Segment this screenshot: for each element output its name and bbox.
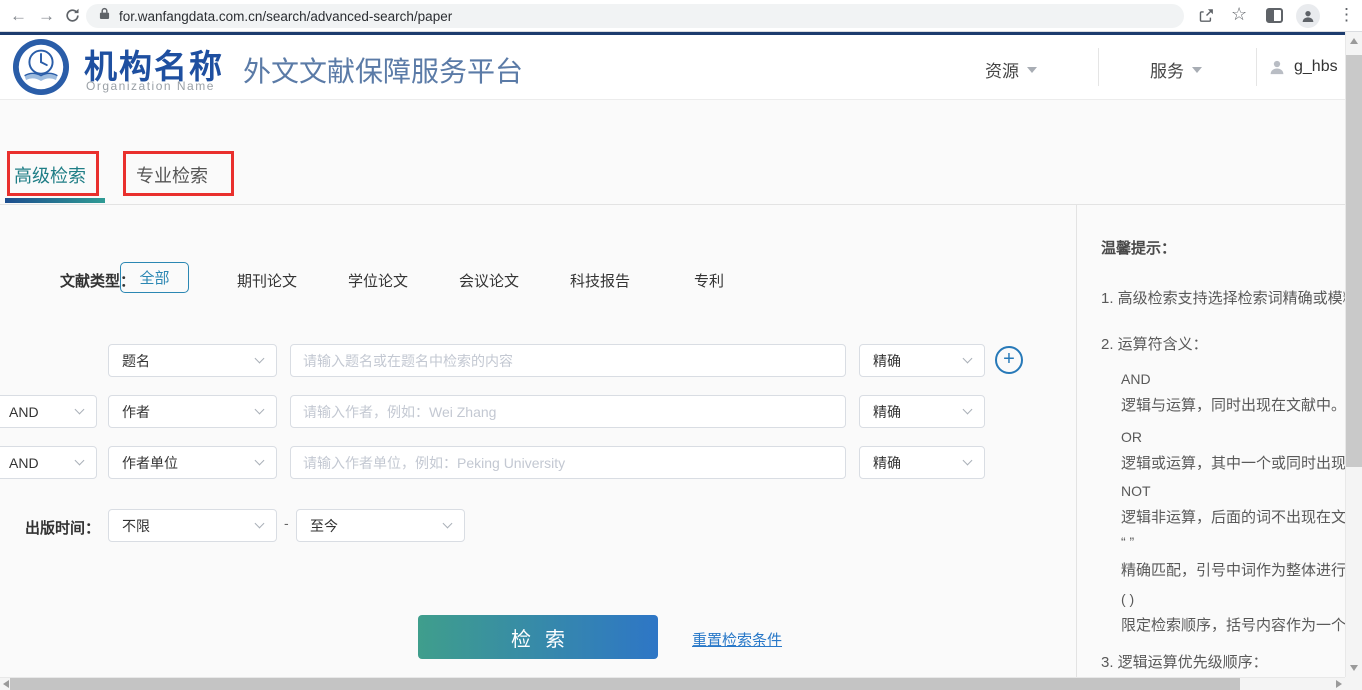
header-divider [1256,48,1257,86]
tips-op-not-desc: 逻辑非运算，后面的词不出现在文献中。 [1121,506,1345,527]
chevron-down-icon [75,405,85,415]
chevron-down-icon [255,354,265,364]
field-select-row2[interactable]: 作者 [108,395,277,428]
date-range-dash: - [284,515,289,531]
url-bar[interactable]: for.wanfangdata.com.cn/search/advanced-s… [86,4,1184,28]
field-select-row3-value: 作者单位 [122,453,178,473]
page: ← → for.wanfangdata.com.cn/search/advanc… [0,0,1362,690]
chevron-down-icon [443,519,453,529]
active-tab-underline [5,198,105,203]
match-select-row1[interactable]: 精确 [859,344,985,377]
tips-item-2: 2. 运算符含义： [1101,333,1208,354]
tips-op-paren-desc: 限定检索顺序，括号内容作为一个子查询。 [1121,614,1345,635]
vertical-scrollbar[interactable] [1345,32,1362,677]
field-select-row1[interactable]: 题名 [108,344,277,377]
doc-type-option-report[interactable]: 科技报告 [570,270,630,291]
lock-icon [99,7,110,25]
doc-type-option-journal[interactable]: 期刊论文 [237,270,297,291]
vertical-scrollbar-thumb[interactable] [1346,55,1362,467]
tips-item-3: 3. 逻辑运算优先级顺序： [1101,651,1268,672]
operator-select-row3[interactable]: AND [0,446,97,479]
scroll-up-icon[interactable] [1350,38,1358,44]
match-select-row3-value: 精确 [873,453,901,473]
match-select-row2-value: 精确 [873,402,901,422]
tab-advanced-search[interactable]: 高级检索 [14,162,86,188]
nav-resource-label: 资源 [985,57,1019,82]
chevron-down-icon [963,405,973,415]
publish-time-label: 出版时间： [25,517,100,538]
scrollbar-corner [1345,677,1362,690]
side-panel-icon[interactable] [1266,8,1283,23]
platform-title: 外文文献保障服务平台 [243,50,523,90]
url-text: for.wanfangdata.com.cn/search/advanced-s… [119,9,452,24]
tips-op-paren: ( ) [1121,591,1134,607]
org-logo-icon[interactable] [12,38,70,101]
search-button[interactable]: 检索 [418,615,658,659]
browser-menu-icon[interactable]: ⋮ [1338,5,1355,25]
doc-type-option-patent[interactable]: 专利 [694,270,724,291]
header-divider [1098,48,1099,86]
horizontal-scrollbar[interactable] [0,677,1345,690]
user-icon [1268,58,1286,81]
org-name-en: Organization Name [86,79,215,93]
tips-title: 温馨提示： [1101,237,1176,258]
tips-op-and: AND [1121,371,1151,387]
username[interactable]: g_hbs [1294,58,1342,76]
operator-select-row3-value: AND [9,455,39,471]
field-select-row3[interactable]: 作者单位 [108,446,277,479]
chevron-down-icon [255,456,265,466]
operator-select-row2[interactable]: AND [0,395,97,428]
scroll-left-icon[interactable] [3,680,9,688]
nav-service-label: 服务 [1150,57,1184,82]
forward-icon[interactable]: → [38,6,55,26]
back-icon[interactable]: ← [10,6,27,26]
doc-type-option-all[interactable]: 全部 [120,262,189,293]
chevron-down-icon [75,456,85,466]
reload-icon[interactable] [64,7,81,29]
chevron-down-icon [255,405,265,415]
share-icon[interactable] [1198,7,1215,29]
search-input-row1[interactable] [290,344,846,377]
doc-type-option-degree[interactable]: 学位论文 [348,270,408,291]
tips-op-and-desc: 逻辑与运算，同时出现在文献中。 [1121,394,1345,415]
publish-to-value: 至今 [310,516,338,536]
match-select-row1-value: 精确 [873,351,901,371]
publish-from-value: 不限 [122,516,150,536]
tips-op-or-desc: 逻辑或运算，其中一个或同时出现在文献中。 [1121,452,1345,473]
tips-op-or: OR [1121,429,1142,445]
publish-from-select[interactable]: 不限 [108,509,277,542]
chevron-down-icon [963,354,973,364]
doc-type-option-conference[interactable]: 会议论文 [459,270,519,291]
field-select-row1-value: 题名 [122,351,150,371]
operator-select-row2-value: AND [9,404,39,420]
nav-resource[interactable]: 资源 [985,57,1037,82]
chevron-down-icon [1027,67,1037,73]
browser-profile-avatar[interactable] [1296,4,1320,28]
tab-professional-search[interactable]: 专业检索 [136,162,208,188]
chevron-down-icon [1192,67,1202,73]
chevron-down-icon [963,456,973,466]
field-select-row2-value: 作者 [122,402,150,422]
tips-op-quote: “ ” [1121,534,1134,550]
add-row-button[interactable]: + [995,346,1023,374]
publish-to-select[interactable]: 至今 [296,509,465,542]
nav-service[interactable]: 服务 [1150,57,1202,82]
horizontal-scrollbar-thumb[interactable] [10,678,1240,690]
tips-op-quote-desc: 精确匹配，引号中词作为整体进行检索。 [1121,559,1345,580]
reset-conditions-link[interactable]: 重置检索条件 [692,629,782,650]
match-select-row3[interactable]: 精确 [859,446,985,479]
tips-sidebar: 温馨提示： 1. 高级检索支持选择检索词精确或模糊匹配 2. 运算符含义： AN… [1076,205,1345,677]
bookmark-star-icon[interactable]: ☆ [1231,4,1247,24]
scroll-down-icon[interactable] [1350,665,1358,671]
header-top-stripe [0,32,1362,35]
tips-item-1: 1. 高级检索支持选择检索词精确或模糊匹配 [1101,287,1345,308]
scroll-right-icon[interactable] [1336,680,1342,688]
match-select-row2[interactable]: 精确 [859,395,985,428]
search-input-row2[interactable] [290,395,846,428]
chevron-down-icon [255,519,265,529]
tips-op-not: NOT [1121,483,1151,499]
browser-toolbar: ← → for.wanfangdata.com.cn/search/advanc… [0,0,1362,32]
search-input-row3[interactable] [290,446,846,479]
